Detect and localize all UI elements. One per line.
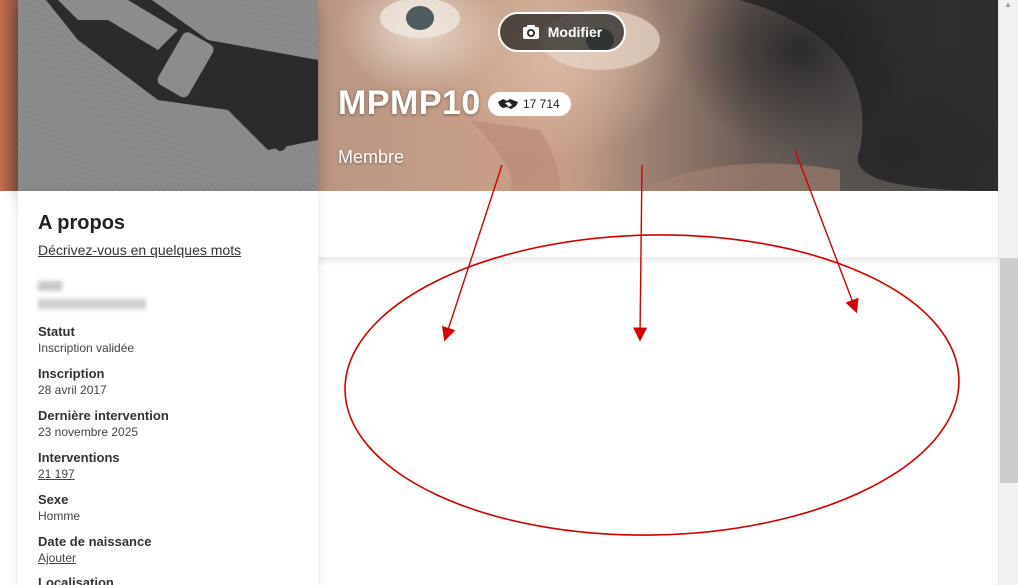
- status-label: Statut: [38, 324, 75, 339]
- scrollbar-thumb[interactable]: [1000, 258, 1018, 483]
- annotation-ellipse: [344, 234, 960, 536]
- interventions-link[interactable]: 21 197: [38, 467, 75, 481]
- cover-edge: [0, 0, 18, 191]
- modify-cover-button[interactable]: Modifier: [498, 12, 626, 52]
- chevron-up-icon[interactable]: ▲: [1003, 0, 1013, 10]
- about-title: A propos: [38, 212, 126, 234]
- location-label: Localisation: [38, 575, 114, 585]
- registration-value: 28 avril 2017: [38, 383, 107, 397]
- avatar[interactable]: [18, 0, 318, 191]
- registration-label: Inscription: [38, 366, 105, 381]
- add-birthdate-link[interactable]: Ajouter: [38, 551, 76, 565]
- handshake-icon: [498, 99, 518, 109]
- gender-label: Sexe: [38, 492, 69, 507]
- describe-yourself-link[interactable]: Décrivez-vous en quelques mots: [38, 242, 241, 258]
- username: MPMP10: [338, 84, 481, 122]
- profile-tab-bar: [318, 191, 998, 258]
- last-activity-label: Dernière intervention: [38, 408, 169, 423]
- tab-bar-shadow: [318, 258, 998, 266]
- modify-cover-label: Modifier: [547, 24, 603, 40]
- interventions-label: Interventions: [38, 450, 120, 465]
- points-badge: 17 714: [488, 92, 571, 116]
- profile-page: Modifier MPMP10 17 714 Membre A propos D…: [0, 0, 1018, 585]
- status-value: Inscription validée: [38, 341, 135, 355]
- points-count: 17 714: [523, 97, 560, 111]
- last-activity-value: 23 novembre 2025: [38, 425, 139, 439]
- avatar-image: [46, 0, 318, 152]
- gender-value: Homme: [38, 509, 81, 523]
- redacted-subtitle: [38, 299, 146, 309]
- camera-icon: [522, 25, 539, 39]
- birthdate-label: Date de naissance: [38, 534, 152, 549]
- member-role: Membre: [338, 147, 405, 167]
- redacted-name: [38, 281, 62, 291]
